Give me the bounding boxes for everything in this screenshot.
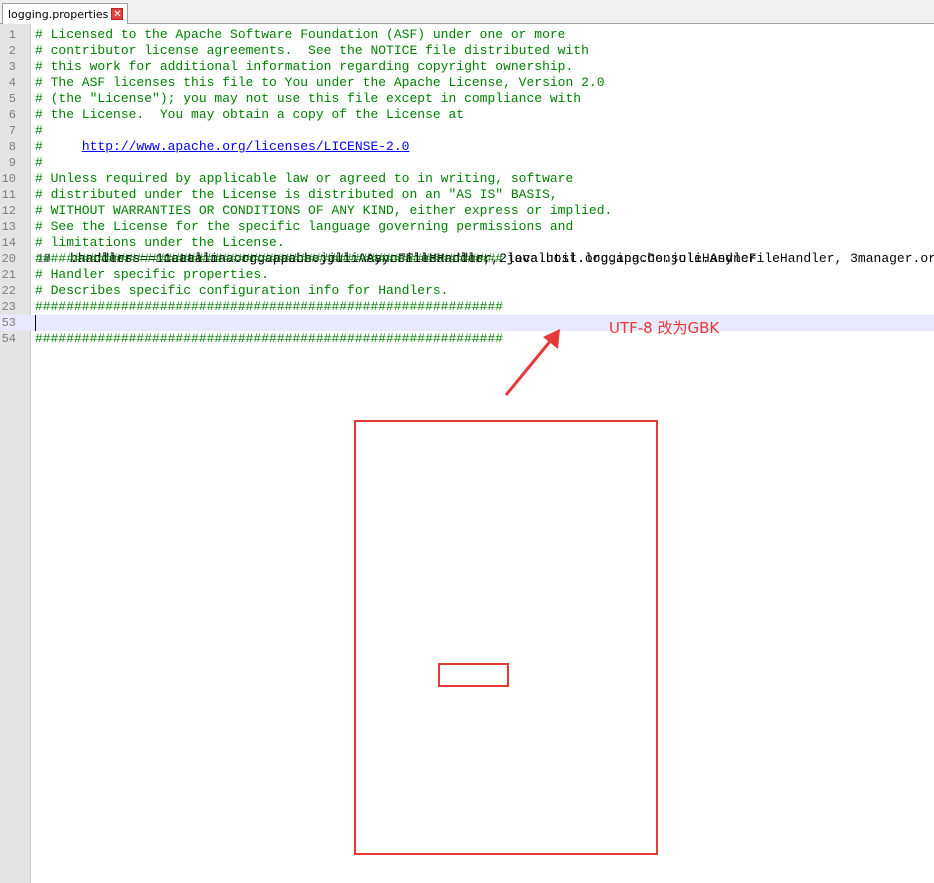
line-text: # [35, 123, 43, 139]
line-content: # contributor license agreements. See th… [35, 43, 589, 58]
line-content: # [35, 123, 43, 138]
line-number: 6 [8, 108, 16, 122]
code-line[interactable]: 13 # See the License for the specific lan… [0, 219, 934, 235]
line-number: 20 [1, 252, 16, 266]
line-number: 12 [1, 204, 16, 218]
line-content: # See the License for the specific langu… [35, 219, 574, 234]
line-text: ########################################… [35, 299, 503, 315]
line-text: # Describes specific configuration info … [35, 283, 448, 299]
line-text: # this work for additional information r… [35, 59, 573, 75]
line-number: 13 [1, 220, 16, 234]
line-text: # [35, 155, 43, 171]
line-number: 4 [8, 76, 16, 90]
annotation-text: UTF-8 改为GBK [609, 319, 720, 337]
line-content: # distributed under the License is distr… [35, 187, 558, 202]
line-number: 9 [8, 156, 16, 170]
line-content: # Licensed to the Apache Software Founda… [35, 27, 566, 42]
line-content: # the License. You may obtain a copy of … [35, 107, 465, 122]
line-content: # The ASF licenses this file to You unde… [35, 75, 605, 90]
line-text: # limitations under the License. [35, 235, 285, 251]
line-number: 8 [8, 140, 16, 154]
code-line[interactable]: 21 # Handler specific properties. [0, 267, 934, 283]
code-line[interactable]: 7 # [0, 123, 934, 139]
code-line[interactable]: 5 # (the "License"); you may not use this… [0, 91, 934, 107]
line-content: # [35, 155, 43, 170]
line-content: # Unless required by applicable law or a… [35, 171, 574, 186]
code-line[interactable]: 11 # distributed under the License is dis… [0, 187, 934, 203]
line-number: 2 [8, 44, 16, 58]
line-number: 1 [8, 28, 16, 42]
line-number: 54 [1, 332, 16, 346]
code-line[interactable]: 23 ######################################… [0, 299, 934, 315]
line-number: 23 [1, 300, 16, 314]
line-text: # the License. You may obtain a copy of … [35, 107, 464, 123]
code-line[interactable]: 4 # The ASF licenses this file to You und… [0, 75, 934, 91]
code-line[interactable]: 20 ######################################… [0, 251, 934, 267]
text-caret [35, 315, 36, 331]
line-text: # Unless required by applicable law or a… [35, 171, 573, 187]
code-line[interactable]: 8 # http://www.apache.org/licenses/LICENS… [0, 139, 934, 155]
highlight-box-encoding [438, 663, 509, 687]
line-number: 11 [1, 188, 16, 202]
line-content: # [35, 139, 82, 154]
line-text: # contributor license agreements. See th… [35, 43, 589, 59]
line-content: # this work for additional information r… [35, 59, 574, 74]
line-number: 53 [1, 316, 16, 330]
line-content: ########################################… [35, 251, 504, 266]
line-content: ########################################… [35, 331, 504, 346]
line-number: 21 [1, 268, 16, 282]
code-line[interactable]: 53 [0, 315, 934, 331]
file-tab[interactable]: logging.properties ✕ [2, 3, 129, 24]
tab-bar: logging.properties ✕ [0, 0, 934, 24]
highlight-box [354, 420, 658, 855]
line-content: # (the "License"); you may not use this … [35, 91, 582, 106]
line-text: # WITHOUT WARRANTIES OR CONDITIONS OF AN… [35, 203, 612, 219]
code-line[interactable]: 9 # [0, 155, 934, 171]
code-line[interactable]: 14 # limitations under the License. [0, 235, 934, 251]
code-line[interactable]: 54 ######################################… [0, 331, 934, 347]
line-text: ########################################… [35, 331, 503, 347]
code-line[interactable]: 3 # this work for additional information … [0, 59, 934, 75]
line-text: # Licensed to the Apache Software Founda… [35, 27, 566, 43]
annotation-arrow-icon [504, 329, 560, 396]
line-number: 14 [1, 236, 16, 250]
line-number: 5 [8, 92, 16, 106]
line-text: ########################################… [35, 251, 503, 267]
line-content: # WITHOUT WARRANTIES OR CONDITIONS OF AN… [35, 203, 613, 218]
line-number: 22 [1, 284, 16, 298]
code-line[interactable]: 1 # Licensed to the Apache Software Found… [0, 27, 934, 43]
line-text: # The ASF licenses this file to You unde… [35, 75, 605, 91]
tab-title: logging.properties [8, 7, 109, 21]
code-line[interactable]: 2 # contributor license agreements. See t… [0, 43, 934, 59]
code-line[interactable]: 6 # the License. You may obtain a copy of… [0, 107, 934, 123]
line-number: 3 [8, 60, 16, 74]
license-link[interactable]: http://www.apache.org/licenses/LICENSE-2… [82, 139, 410, 154]
line-number: 10 [1, 172, 16, 186]
line-content: # limitations under the License. [35, 235, 285, 250]
line-text: # Handler specific properties. [35, 267, 269, 283]
line-text: # http://www.apache.org/licenses/LICENSE… [35, 139, 409, 155]
line-content: # Handler specific properties. [35, 267, 270, 282]
line-text: # See the License for the specific langu… [35, 219, 573, 235]
code-line[interactable]: 22 # Describes specific configuration inf… [0, 283, 934, 299]
close-icon[interactable]: ✕ [111, 8, 124, 20]
line-number: 7 [8, 124, 16, 138]
code-line[interactable]: 10 # Unless required by applicable law or… [0, 171, 934, 187]
line-text: # distributed under the License is distr… [35, 187, 558, 203]
line-text: # (the "License"); you may not use this … [35, 91, 581, 107]
code-editor[interactable]: 1 # Licensed to the Apache Software Found… [0, 27, 934, 347]
code-line[interactable]: 12 # WITHOUT WARRANTIES OR CONDITIONS OF … [0, 203, 934, 219]
line-content: ########################################… [35, 299, 504, 314]
line-content: # Describes specific configuration info … [35, 283, 449, 298]
